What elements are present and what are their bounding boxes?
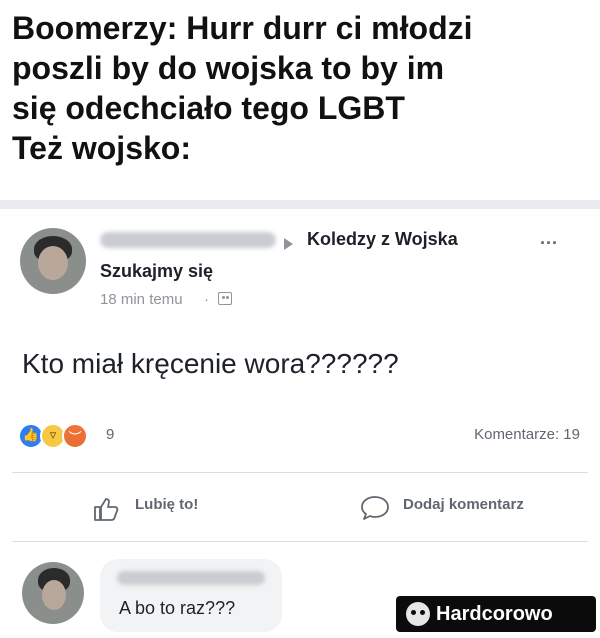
like-glyph: 👍 [22, 427, 40, 442]
thumbs-up-icon[interactable] [93, 496, 119, 522]
arrow-right-icon [284, 238, 293, 250]
commenter-avatar[interactable] [22, 562, 84, 624]
watermark-text: Hardcorowo [436, 603, 553, 625]
angry-reaction-icon[interactable]: ︶ [62, 423, 88, 449]
caption-line-1: Boomerzy: Hurr durr ci młodzi [12, 10, 473, 46]
post-text: Kto miał kręcenie wora?????? [22, 348, 399, 379]
post-subtitle: Szukajmy się [100, 261, 214, 281]
comment-text: A bo to raz??? [119, 598, 236, 618]
caption-line-3: się odechciało tego LGBT [12, 90, 405, 126]
caption-line-2: poszli by do wojska to by im [12, 50, 445, 86]
haha-glyph: ▿ [49, 427, 57, 442]
like-button[interactable]: Lubię to! [135, 496, 198, 513]
timestamp-separator: · [204, 291, 209, 308]
separator [0, 200, 600, 209]
caption-line-4: Też wojsko: [12, 130, 191, 166]
group-audience-icon [218, 292, 232, 305]
meme-caption: Boomerzy: Hurr durr ci młodzi poszli by … [12, 8, 592, 168]
divider [12, 541, 588, 542]
comments-count[interactable]: Komentarze: 19 [474, 426, 580, 443]
post-timestamp[interactable]: 18 min temu [100, 291, 183, 308]
angry-glyph: ︶ [68, 430, 82, 445]
avatar-face [38, 246, 68, 280]
skull-icon [406, 602, 430, 626]
comment-icon[interactable] [360, 495, 390, 521]
divider [12, 472, 588, 473]
author-avatar[interactable] [20, 228, 86, 294]
facebook-post [0, 209, 600, 638]
avatar-face [42, 580, 66, 610]
add-comment-button[interactable]: Dodaj komentarz [403, 496, 524, 513]
reaction-count[interactable]: 9 [106, 426, 114, 443]
watermark-logo: Hardcorowo [396, 596, 596, 632]
more-options-icon[interactable]: ... [540, 228, 558, 249]
group-name-link[interactable]: Koledzy z Wojska [307, 229, 458, 250]
commenter-name-blurred[interactable] [117, 571, 265, 585]
comment-bubble [100, 559, 282, 632]
author-name-blurred[interactable] [100, 232, 276, 248]
